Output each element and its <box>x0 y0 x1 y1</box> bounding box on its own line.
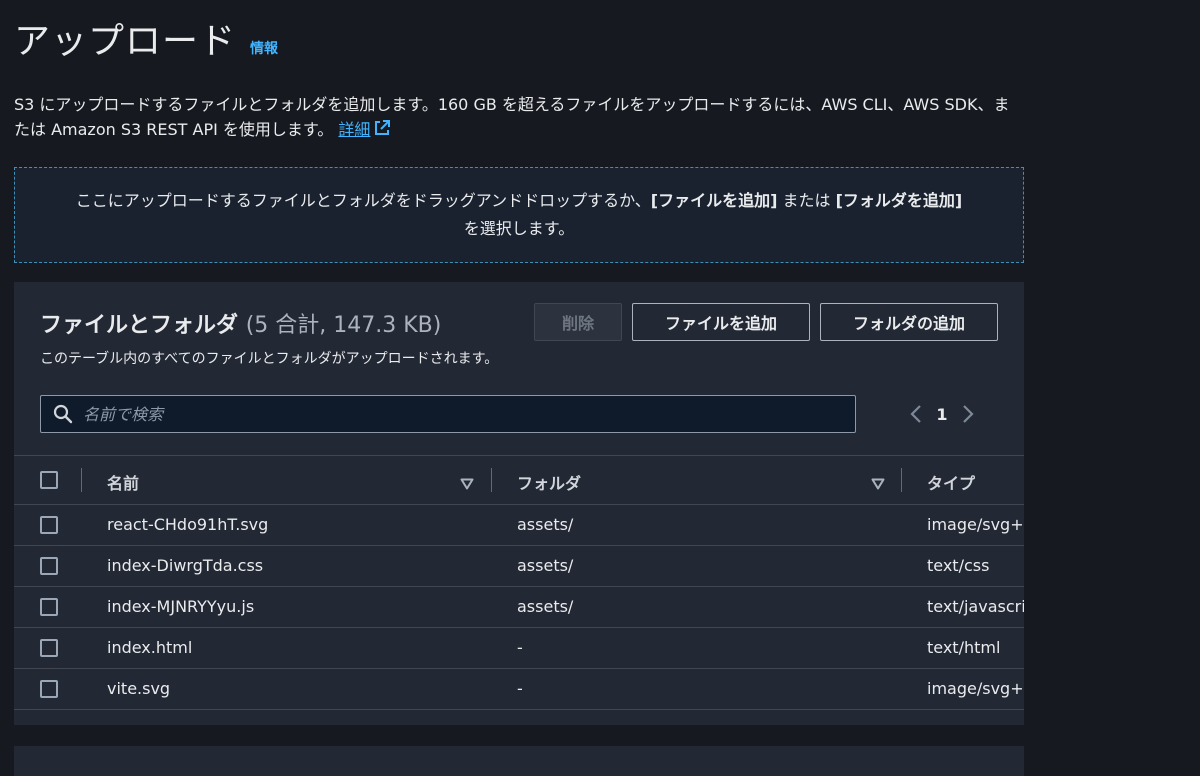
file-name: react-CHdo91hT.svg <box>107 515 269 534</box>
table-row[interactable]: react-CHdo91hT.svg assets/ image/svg+x <box>14 505 1024 546</box>
page-header: アップロード 情報 <box>14 12 278 64</box>
row-checkbox[interactable] <box>40 598 58 616</box>
row-checkbox[interactable] <box>40 557 58 575</box>
row-checkbox[interactable] <box>40 639 58 657</box>
dropzone-add-files-text: [ファイルを追加] <box>650 191 778 210</box>
learn-more-link[interactable]: 詳細 <box>338 120 391 139</box>
search-box <box>40 395 856 433</box>
dropzone-text-1: ここにアップロードするファイルとフォルダをドラッグアンドドロップするか、 <box>75 191 651 210</box>
sort-down-icon[interactable] <box>871 475 885 494</box>
row-checkbox[interactable] <box>40 516 58 534</box>
learn-more-label: 詳細 <box>338 120 371 139</box>
column-resizer[interactable] <box>901 468 902 492</box>
column-header-name[interactable]: 名前 <box>107 470 139 494</box>
row-checkbox[interactable] <box>40 680 58 698</box>
file-type: image/svg+x <box>927 679 1024 698</box>
pagination: 1 <box>904 400 980 428</box>
description-text: S3 にアップロードするファイルとフォルダを追加します。160 GB を超えるフ… <box>14 95 1010 139</box>
file-type: text/html <box>927 638 1001 657</box>
search-input[interactable] <box>81 403 825 425</box>
chevron-left-icon[interactable] <box>904 400 928 428</box>
panel-subtitle: このテーブル内のすべてのファイルとフォルダがアップロードされます。 <box>40 351 499 367</box>
file-folder: - <box>517 638 523 657</box>
file-name: vite.svg <box>107 679 171 698</box>
add-files-button[interactable]: ファイルを追加 <box>632 303 810 341</box>
file-name: index-DiwrgTda.css <box>107 556 264 575</box>
upload-dropzone[interactable]: ここにアップロードするファイルとフォルダをドラッグアンドドロップするか、[ファイ… <box>14 167 1024 263</box>
file-name: index-MJNRYYyu.js <box>107 597 255 616</box>
file-type: text/css <box>927 556 990 575</box>
table-row[interactable]: index-DiwrgTda.css assets/ text/css <box>14 546 1024 587</box>
page-title: アップロード <box>14 21 237 62</box>
files-panel: ファイルとフォルダ (5 合計, 147.3 KB) このテーブル内のすべてのフ… <box>14 282 1024 725</box>
dropzone-text-2: を選択します。 <box>463 219 575 238</box>
column-header-folder[interactable]: フォルダ <box>517 470 581 494</box>
column-separator <box>81 468 82 492</box>
page-description: S3 にアップロードするファイルとフォルダを追加します。160 GB を超えるフ… <box>14 92 1024 144</box>
info-link[interactable]: 情報 <box>250 38 278 58</box>
file-name: index.html <box>107 638 193 657</box>
column-resizer[interactable] <box>491 468 492 492</box>
file-type: image/svg+x <box>927 515 1024 534</box>
dropzone-add-folder-text: [フォルダを追加] <box>835 191 963 210</box>
table-row[interactable]: index.html - text/html <box>14 628 1024 669</box>
file-folder: assets/ <box>517 515 574 534</box>
table-header: 名前 フォルダ タイプ <box>14 455 1024 505</box>
panel-title-text: ファイルとフォルダ <box>40 313 239 338</box>
next-section-panel <box>14 746 1024 776</box>
external-link-icon <box>373 119 391 144</box>
files-table: 名前 フォルダ タイプ react-CHdo91hT.svg assets/ i… <box>14 455 1024 710</box>
delete-button[interactable]: 削除 <box>534 303 622 341</box>
page-number[interactable]: 1 <box>928 405 956 424</box>
select-all-checkbox[interactable] <box>40 471 58 489</box>
dropzone-or-text: または <box>777 191 836 210</box>
add-folder-button[interactable]: フォルダの追加 <box>820 303 998 341</box>
table-row[interactable]: vite.svg - image/svg+x <box>14 669 1024 710</box>
column-header-type[interactable]: タイプ <box>927 470 975 494</box>
file-type: text/javascri <box>927 597 1024 616</box>
search-icon <box>53 404 73 424</box>
panel-title: ファイルとフォルダ (5 合計, 147.3 KB) <box>40 307 441 339</box>
file-folder: - <box>517 679 523 698</box>
chevron-right-icon[interactable] <box>956 400 980 428</box>
file-count: (5 合計, 147.3 KB) <box>245 313 442 338</box>
file-folder: assets/ <box>517 597 574 616</box>
file-folder: assets/ <box>517 556 574 575</box>
table-row[interactable]: index-MJNRYYyu.js assets/ text/javascri <box>14 587 1024 628</box>
sort-down-icon[interactable] <box>460 475 474 494</box>
